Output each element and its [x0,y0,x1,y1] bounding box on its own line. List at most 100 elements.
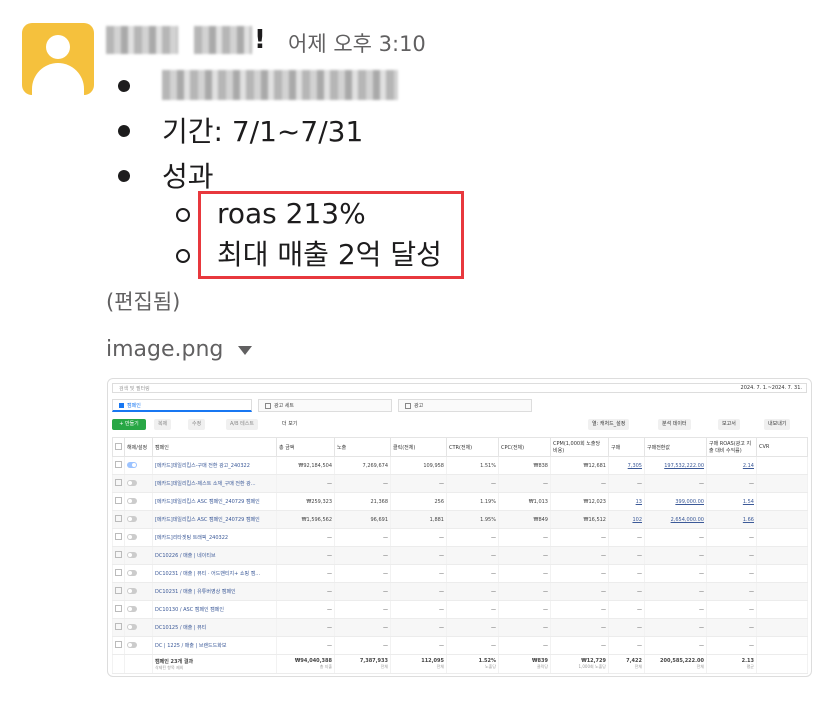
ads-header-cell: 구매전환값 [644,437,707,457]
toggle-switch-icon [127,516,137,523]
ads-table-header: 해제/설정 캠페인 총 금액 노출 클릭(전체) CTR(전체) CPC(전체)… [112,437,808,457]
campaign-metric-cell: — [390,528,447,547]
attachment-collapse-caret-icon[interactable] [238,346,252,355]
ads-table-body: [메카드]데일리킵스-구매 전환 광고_240322 ₩92,184,504 7,2… [112,456,808,655]
campaign-metric-cell [756,600,808,619]
campaign-metric-cell: — [446,474,499,493]
sender-name[interactable]: ! [106,22,266,58]
campaign-metric-cell: 1.54 [706,492,757,511]
row-checkbox [112,528,125,547]
campaign-metric-cell: 102 [608,510,645,529]
campaign-metric-cell: — [706,474,757,493]
toggle-switch-icon [127,570,137,577]
ads-more-button: 더 보기 [282,421,298,427]
ads-search-placeholder: 검색 및 필터링 [119,386,150,392]
ads-tab-label: 캠페인 [127,402,141,409]
ads-header-cell: 노출 [334,437,391,457]
campaign-metric-cell: — [390,618,447,637]
campaign-metric-cell: 197,532,222.00 [644,456,707,475]
row-toggle [124,636,153,655]
ads-total-sub: 1,000회 노출당 [578,664,606,669]
ads-total-spacer [112,654,125,674]
ads-total-spacer [124,654,153,674]
row-toggle [124,474,153,493]
campaign-metric-cell: 7,305 [608,456,645,475]
campaign-metric-cell: 7,269,674 [334,456,391,475]
message-timestamp[interactable]: 어제 오후 3:10 [288,28,426,58]
ads-total-cell: 2.13 평균 [706,654,757,674]
campaign-metric-cell: 13 [608,492,645,511]
campaign-metric-cell: ₩1,013 [498,492,551,511]
ads-date-range: 2024. 7. 1.~2024. 7. 31. [740,385,802,391]
campaign-metric-cell: 21,368 [334,492,391,511]
row-checkbox [112,510,125,529]
attached-image-preview[interactable]: 검색 및 필터링 2024. 7. 1.~2024. 7. 31. 캠페인 광고… [107,378,812,677]
ads-table-row: DC10130 / ASC 캠페인 캠페인 — — — — — — — — — [112,600,808,619]
ads-table-row: DC10231 / 매출 | 유튜버영상 캠페인 — — — — — — — — — [112,582,808,601]
campaign-metric-cell: ₩16,512 [550,510,609,529]
ads-columns-dropdown: 열: 캐처드_설정 [588,419,630,430]
campaign-metric-cell: — [390,600,447,619]
campaign-metric-cell: — [706,618,757,637]
ads-header-cell: 해제/설정 [124,437,153,457]
campaign-metric-cell: — [498,636,551,655]
ads-total-cell: 7,387,933 전체 [334,654,391,674]
row-checkbox [112,582,125,601]
campaign-metric-cell: — [706,546,757,565]
sender-exclamation: ! [254,25,266,55]
ads-total-label: 캠페인 23개 결과 삭제된 항목 제외 [152,654,277,674]
row-checkbox [112,600,125,619]
attachment-filename[interactable]: image.png [106,337,223,362]
user-avatar[interactable] [22,23,94,95]
row-toggle [124,528,153,547]
toggle-switch-icon [127,462,137,469]
campaign-metric-cell: — [276,528,335,547]
campaign-metric-cell: — [390,636,447,655]
ads-total-title: 캠페인 23개 결과 [155,658,194,665]
campaign-metric-cell: — [334,546,391,565]
ads-breakdown-dropdown: 분석 데이터 [658,419,691,430]
checkbox-icon [115,551,122,558]
ads-tab-ad: 광고 [398,399,532,412]
campaign-metric-cell: — [608,564,645,583]
campaign-name: DC10125 / 매출 | 뷰티 [152,618,277,637]
ads-total-sub: 평균 [746,664,754,669]
campaign-metric-cell: — [706,636,757,655]
campaign-metric-cell: — [550,582,609,601]
campaign-metric-cell: — [550,528,609,547]
redacted-sender-part-1 [106,26,178,54]
ads-total-cell: 7,422 전체 [608,654,645,674]
campaign-metric-cell: ₩849 [498,510,551,529]
campaign-metric-cell: — [446,618,499,637]
checkbox-icon [115,479,122,486]
ads-total-sub: 전체 [436,664,444,669]
ads-total-sub: 전체 [634,664,642,669]
ads-total-cell: ₩94,040,388 총 지출 [276,654,335,674]
row-checkbox [112,474,125,493]
campaign-metric-cell: — [446,600,499,619]
red-highlight-box [198,191,464,279]
campaign-metric-cell: — [276,564,335,583]
campaign-metric-cell: — [706,600,757,619]
campaign-metric-cell: ₩1,596,562 [276,510,335,529]
campaign-metric-cell [756,546,808,565]
campaign-metric-cell: 1,881 [390,510,447,529]
row-checkbox [112,618,125,637]
toggle-switch-icon [127,606,137,613]
campaign-name: DC10130 / ASC 캠페인 캠페인 [152,600,277,619]
row-checkbox [112,564,125,583]
campaign-metric-cell: — [334,474,391,493]
campaign-metric-cell: — [498,600,551,619]
campaign-metric-cell [756,456,808,475]
avatar-body-shape [32,63,84,95]
ads-table-row: DC10226 / 매출 | 네이티브 — — — — — — — — — [112,546,808,565]
campaign-metric-cell: 256 [390,492,447,511]
checkbox-icon [115,533,122,540]
ads-header-cell: 구매 [608,437,645,457]
bullet-dot [118,80,130,92]
ads-total-sub: 총 지출 [319,664,332,669]
campaign-name: [메카드]데일리킵스 ASC 캠페인_240729 캠페인 [152,492,277,511]
campaign-name: DC10226 / 매출 | 네이티브 [152,546,277,565]
ads-total-sub: 클릭당 [536,664,548,669]
campaign-metric-cell: 1.66 [706,510,757,529]
